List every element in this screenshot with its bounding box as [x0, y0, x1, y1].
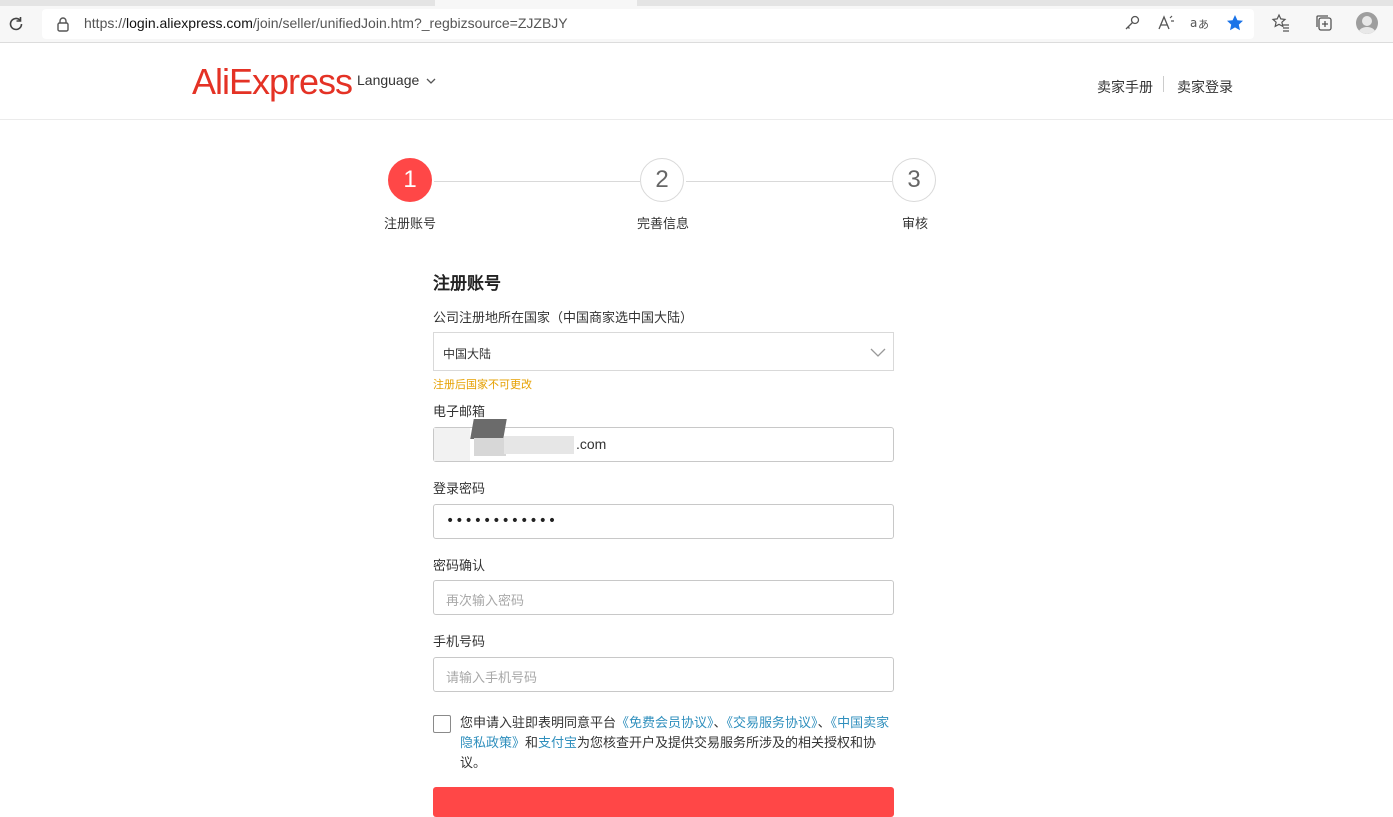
- step-2-label: 完善信息: [636, 217, 689, 232]
- svg-text:あ: あ: [1198, 18, 1209, 31]
- step-3-label: 审核: [901, 217, 928, 232]
- phone-placeholder: 请输入手机号码: [446, 671, 538, 686]
- password-label: 登录密码: [433, 482, 486, 497]
- svg-text:a: a: [1190, 16, 1197, 30]
- form-title: 注册账号: [433, 274, 501, 294]
- submit-button[interactable]: [433, 787, 894, 817]
- lock-icon[interactable]: [55, 16, 71, 32]
- agreement-prefix: 您申请入驻即表明同意平台: [460, 716, 617, 731]
- favorites-list-icon[interactable]: [1271, 13, 1291, 33]
- reload-icon[interactable]: [6, 14, 26, 34]
- country-label: 公司注册地所在国家（中国商家选中国大陆）: [433, 311, 694, 326]
- email-label: 电子邮箱: [433, 405, 486, 420]
- redacted-region: [504, 436, 574, 454]
- password-value: ••••••••••••: [446, 513, 558, 529]
- read-aloud-icon[interactable]: [1156, 13, 1176, 33]
- confirm-password-field[interactable]: 再次输入密码: [433, 580, 894, 615]
- step-3-circle: 3: [892, 158, 936, 202]
- redacted-region: [474, 438, 506, 456]
- country-select[interactable]: 中国大陆: [433, 332, 894, 371]
- phone-field[interactable]: 请输入手机号码: [433, 657, 894, 692]
- step-connector: [686, 181, 892, 182]
- chevron-down-icon: [426, 76, 436, 88]
- url-scheme: https://: [84, 15, 127, 31]
- language-selector[interactable]: Language: [357, 72, 436, 88]
- favorite-star-icon[interactable]: [1225, 13, 1245, 33]
- seller-handbook-link[interactable]: 卖家手册: [1097, 77, 1153, 97]
- agreement-text: 您申请入驻即表明同意平台《免费会员协议》、《交易服务协议》、《中国卖家隐私政策》…: [460, 714, 898, 774]
- country-hint: 注册后国家不可更改: [433, 378, 532, 391]
- site-header: AliExpress Language 卖家手册 卖家登录: [0, 43, 1393, 120]
- address-bar[interactable]: https://login.aliexpress.com/join/seller…: [42, 9, 1254, 39]
- step-1-circle: 1: [388, 158, 432, 202]
- profile-avatar-icon[interactable]: [1356, 12, 1378, 34]
- phone-label: 手机号码: [433, 635, 486, 650]
- confirm-password-placeholder: 再次输入密码: [446, 594, 525, 609]
- agreement-conjunction: 和: [525, 736, 539, 751]
- trade-service-agreement-link[interactable]: 《交易服务协议》: [727, 716, 818, 731]
- seller-login-link[interactable]: 卖家登录: [1177, 77, 1233, 97]
- aliexpress-logo[interactable]: AliExpress: [192, 61, 353, 103]
- step-connector: [434, 181, 640, 182]
- email-field[interactable]: .com: [433, 419, 894, 462]
- password-field[interactable]: ••••••••••••: [433, 504, 894, 539]
- agreement-separator: 、: [713, 716, 727, 731]
- redacted-region: [470, 419, 507, 439]
- language-label: Language: [357, 72, 420, 88]
- url-domain: login.aliexpress.com: [126, 15, 253, 31]
- url-text: https://login.aliexpress.com/join/seller…: [84, 15, 568, 31]
- email-value: .com: [576, 436, 607, 452]
- redacted-region: [434, 428, 470, 461]
- membership-agreement-link[interactable]: 《免费会员协议》: [616, 716, 714, 731]
- agreement-separator: 、: [817, 716, 831, 731]
- agreement-checkbox[interactable]: [433, 715, 451, 733]
- step-1-label: 注册账号: [383, 217, 436, 232]
- header-divider: [1163, 76, 1164, 92]
- chevron-down-icon: [870, 344, 886, 358]
- step-2-circle: 2: [640, 158, 684, 202]
- url-path: /join/seller/unifiedJoin.htm?_regbizsour…: [252, 15, 568, 31]
- confirm-password-label: 密码确认: [433, 559, 486, 574]
- collections-icon[interactable]: [1314, 13, 1334, 33]
- country-value: 中国大陆: [443, 347, 492, 361]
- alipay-link[interactable]: 支付宝: [538, 736, 577, 751]
- translate-icon[interactable]: aあ: [1190, 13, 1210, 33]
- key-icon[interactable]: [1122, 13, 1142, 33]
- browser-toolbar: https://login.aliexpress.com/join/seller…: [0, 6, 1393, 43]
